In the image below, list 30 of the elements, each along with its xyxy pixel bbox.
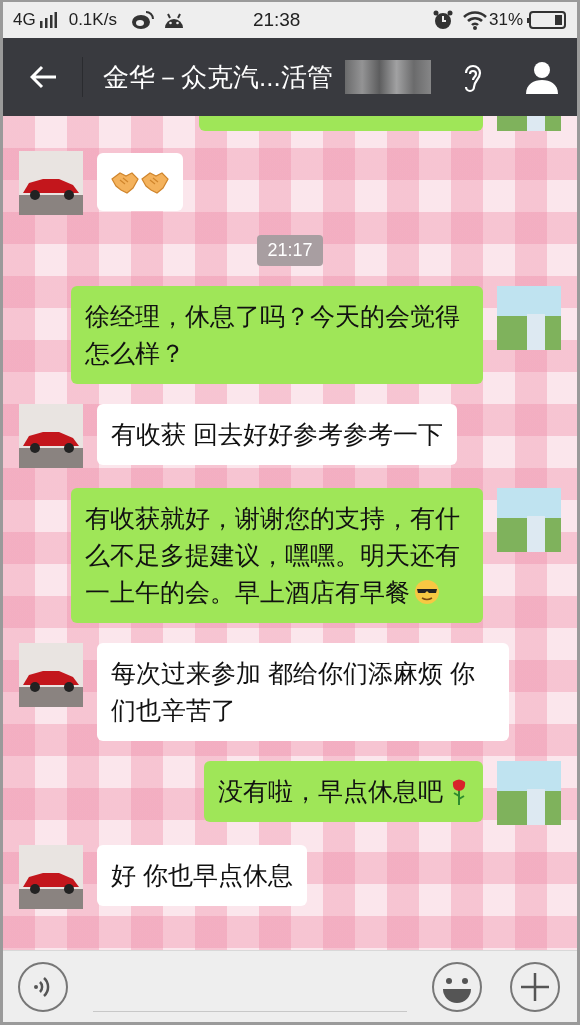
timestamp: 21:17 (257, 235, 323, 266)
profile-icon[interactable] (525, 60, 559, 94)
network-label: 4G (13, 9, 36, 32)
battery-icon (527, 10, 567, 30)
message-bubble: 徐经理，休息了吗？今天的会觉得怎么样？ (71, 286, 483, 384)
network-speed: 0.1K/s (68, 9, 117, 32)
car-photo (19, 845, 83, 909)
photo-placeholder (497, 488, 561, 552)
signal-icon (38, 12, 57, 28)
car-photo (19, 404, 83, 468)
clock-time: 21:38 (252, 7, 301, 32)
alarm-icon (432, 10, 453, 30)
photo-placeholder (497, 286, 561, 350)
message-bubble: 好 你也早点休息 (97, 845, 307, 906)
message-bubble: 有收获 回去好好参考参考一下 (97, 404, 457, 465)
battery-percent: 31% (488, 9, 523, 32)
message-bubble: 没有啦，早点休息吧 (204, 761, 483, 822)
sunglasses-emoji-icon (414, 579, 440, 605)
wifi-icon (462, 10, 487, 30)
car-photo (19, 151, 83, 215)
car-photo (19, 643, 83, 707)
back-arrow-icon[interactable] (30, 65, 58, 89)
weibo-icon (130, 10, 155, 30)
chat-title: 金华－众克汽...活管 (103, 60, 333, 94)
voice-icon[interactable] (17, 960, 69, 1013)
message-bubble: 有收获就好，谢谢您的支持，有什么不足多提建议，嘿嘿。明天还有一上午的会。早上酒店有早餐 (71, 488, 483, 623)
emoji-icon[interactable] (431, 960, 483, 1013)
plus-icon[interactable] (509, 960, 561, 1013)
message-bubble: 每次过来参加 都给你们添麻烦 你们也辛苦了 (97, 643, 509, 741)
photo-placeholder (497, 761, 561, 825)
